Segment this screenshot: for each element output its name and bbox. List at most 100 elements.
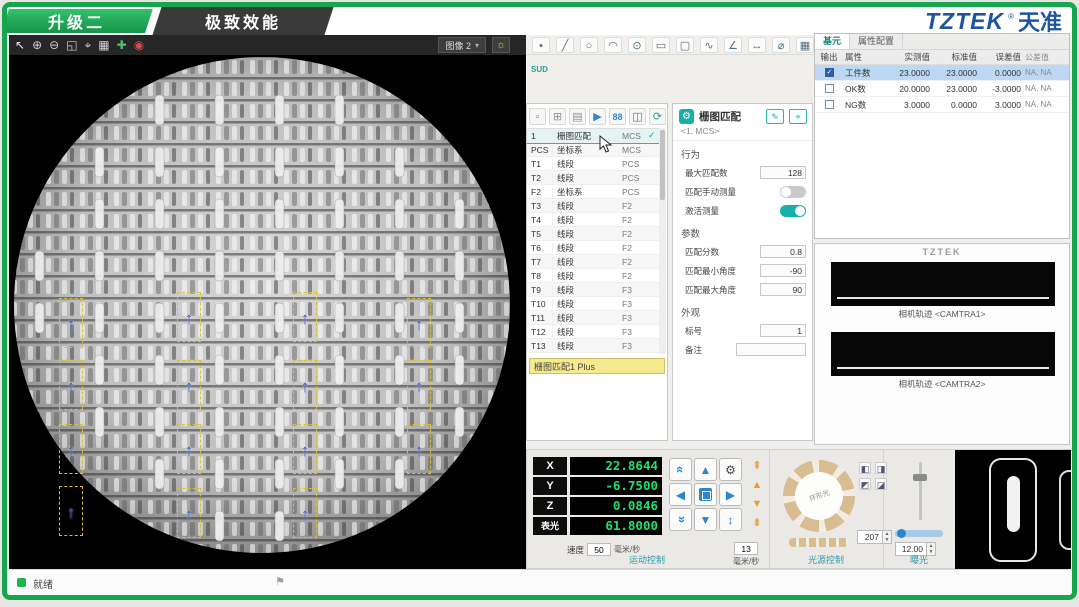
property-input[interactable]: 0.8 — [760, 245, 806, 258]
list-scrollbar[interactable] — [659, 128, 666, 354]
jog-up-button[interactable]: ▲ — [694, 458, 717, 481]
list-item[interactable]: T5线段F2 — [527, 227, 660, 241]
jog-right-button[interactable]: ▶ — [719, 483, 742, 506]
image-select-dropdown[interactable]: 图像 2▾ — [438, 37, 486, 53]
light-mode-3-icon[interactable]: ◩ — [859, 478, 871, 490]
edit-button[interactable]: ✎ — [766, 109, 784, 124]
match-marker: ↑ — [293, 292, 317, 342]
chart-icon[interactable]: ◫ — [629, 108, 646, 125]
list-item[interactable]: T3线段F2 — [527, 199, 660, 213]
jog-left-button[interactable]: ◀ — [669, 483, 692, 506]
fit-view-icon[interactable]: ◱ — [66, 35, 77, 55]
list-item[interactable]: T1线段PCS — [527, 157, 660, 171]
zoom-in-icon[interactable]: ⊕ — [32, 35, 42, 55]
list-item[interactable]: T7线段F2 — [527, 255, 660, 269]
axis-slider-button[interactable]: ↕ — [719, 508, 742, 531]
settings-button[interactable]: ⚙ — [719, 458, 742, 481]
exposure-mini-slider[interactable] — [895, 530, 943, 537]
jog-down-button[interactable]: ▼ — [694, 508, 717, 531]
z-up-button[interactable]: ▲ — [749, 477, 765, 494]
list-item[interactable]: T6线段F2 — [527, 241, 660, 255]
property-label: 匹配手动测量 — [685, 186, 780, 198]
list-item[interactable]: T12线段F3 — [527, 325, 660, 339]
exposure-slider-track[interactable] — [919, 462, 922, 520]
tab-primitive[interactable]: 基元 — [815, 34, 850, 49]
property-input[interactable]: 1 — [760, 324, 806, 337]
stop-button[interactable] — [694, 483, 717, 506]
run-icon[interactable]: ▶ — [589, 108, 606, 125]
bottom-light-control[interactable] — [789, 538, 849, 547]
add-icon[interactable]: ✚ — [117, 35, 127, 55]
line-tool-icon[interactable]: ╱ — [556, 37, 574, 53]
pattern-tool-icon[interactable]: ▦ — [796, 37, 814, 53]
property-label: 最大匹配数 — [685, 167, 760, 179]
column-header: 实测值 — [885, 51, 932, 63]
property-input[interactable]: 128 — [760, 166, 806, 179]
diameter-tool-icon[interactable]: ⌀ — [772, 37, 790, 53]
list-item[interactable]: T9线段F3 — [527, 283, 660, 297]
output-checkbox[interactable] — [825, 84, 834, 93]
angle-tool-icon[interactable]: ∠ — [724, 37, 742, 53]
list-item[interactable]: PCS坐标系MCS — [527, 143, 660, 157]
capture-icon[interactable]: ◉ — [134, 35, 144, 55]
property-input[interactable]: 90 — [760, 283, 806, 296]
z-bottom-button[interactable]: ⇟ — [749, 515, 765, 532]
brightness-spinner[interactable]: 207 ▲▼ — [857, 530, 892, 544]
curve-tool-icon[interactable]: ∿ — [700, 37, 718, 53]
element-name-input[interactable] — [529, 358, 665, 374]
list-item[interactable]: T2线段PCS — [527, 171, 660, 185]
z-top-button[interactable]: ⇞ — [749, 458, 765, 475]
property-input[interactable] — [736, 343, 806, 356]
match-marker: ↑ — [407, 298, 431, 348]
crosshair-icon[interactable]: ⌖ — [85, 35, 92, 55]
image-select-value: 图像 2 — [445, 39, 471, 52]
table-row[interactable]: NG数3.00000.00003.0000NA, NA — [815, 97, 1069, 113]
list-item[interactable]: 1栅图匹配MCS✓ — [527, 129, 660, 143]
match-marker: ↑ — [177, 488, 201, 538]
refresh-icon[interactable]: ⟳ — [649, 108, 666, 125]
list-item[interactable]: T8线段F2 — [527, 269, 660, 283]
new-file-icon[interactable]: ▫ — [529, 108, 546, 125]
locate-button[interactable]: ⌖ — [789, 109, 807, 124]
output-checkbox[interactable] — [825, 100, 834, 109]
pointer-icon[interactable]: ↖ — [15, 35, 25, 55]
jog-down-fast-button[interactable]: « — [669, 508, 692, 531]
property-input[interactable]: -90 — [760, 264, 806, 277]
light-mode-2-icon[interactable]: ◨ — [875, 462, 887, 474]
arc-tool-icon[interactable]: ◠ — [604, 37, 622, 53]
z-speed-input[interactable] — [734, 542, 758, 555]
grid-88-icon[interactable]: 88 — [609, 108, 626, 125]
table-row[interactable]: 工件数23.000023.00000.0000NA, NA — [815, 65, 1069, 81]
app-window: 极致效能 升级二 TZTEK® 天准 ↖⊕⊖◱⌖▦✚◉ 图像 2▾ ☼ — [2, 2, 1077, 600]
toggle-switch[interactable] — [780, 205, 806, 217]
zoom-out-icon[interactable]: ⊖ — [49, 35, 59, 55]
list-item[interactable]: T10线段F3 — [527, 297, 660, 311]
grid-icon[interactable]: ▦ — [98, 35, 109, 55]
jog-up-fast-button[interactable]: « — [669, 458, 692, 481]
ring-light-control[interactable]: 环形光 — [783, 460, 855, 532]
output-checkbox[interactable] — [825, 68, 834, 77]
ready-indicator — [17, 578, 26, 587]
slot-tool-icon[interactable]: ▢ — [676, 37, 694, 53]
camera-image[interactable]: ↑↑↑↑↑↑↑↑↑↑↑↑↑↑↑ — [9, 55, 526, 571]
match-arrow-icon: ↑ — [301, 429, 310, 473]
z-down-button[interactable]: ▼ — [749, 496, 765, 513]
lamp-icon[interactable]: ☼ — [492, 37, 510, 53]
ellipse-tool-icon[interactable]: ⊙ — [628, 37, 646, 53]
light-mode-4-icon[interactable]: ◪ — [875, 478, 887, 490]
list-item[interactable]: T13线段F3 — [527, 339, 660, 353]
exposure-slider-handle[interactable] — [913, 474, 927, 481]
rect-tool-icon[interactable]: ▭ — [652, 37, 670, 53]
light-mode-1-icon[interactable]: ◧ — [859, 462, 871, 474]
toggle-switch[interactable] — [780, 186, 806, 198]
table-row[interactable]: OK数20.000023.0000-3.0000NA, NA — [815, 81, 1069, 97]
tab-config[interactable]: 属性配置 — [850, 34, 903, 49]
list-item[interactable]: T11线段F3 — [527, 311, 660, 325]
point-tool-icon[interactable]: • — [532, 37, 550, 53]
open-file-icon[interactable]: ⊞ — [549, 108, 566, 125]
distance-tool-icon[interactable]: ↔ — [748, 37, 766, 53]
list-item[interactable]: T4线段F2 — [527, 213, 660, 227]
list-item[interactable]: F2坐标系PCS — [527, 185, 660, 199]
circle-tool-icon[interactable]: ○ — [580, 37, 598, 53]
save-file-icon[interactable]: ▤ — [569, 108, 586, 125]
